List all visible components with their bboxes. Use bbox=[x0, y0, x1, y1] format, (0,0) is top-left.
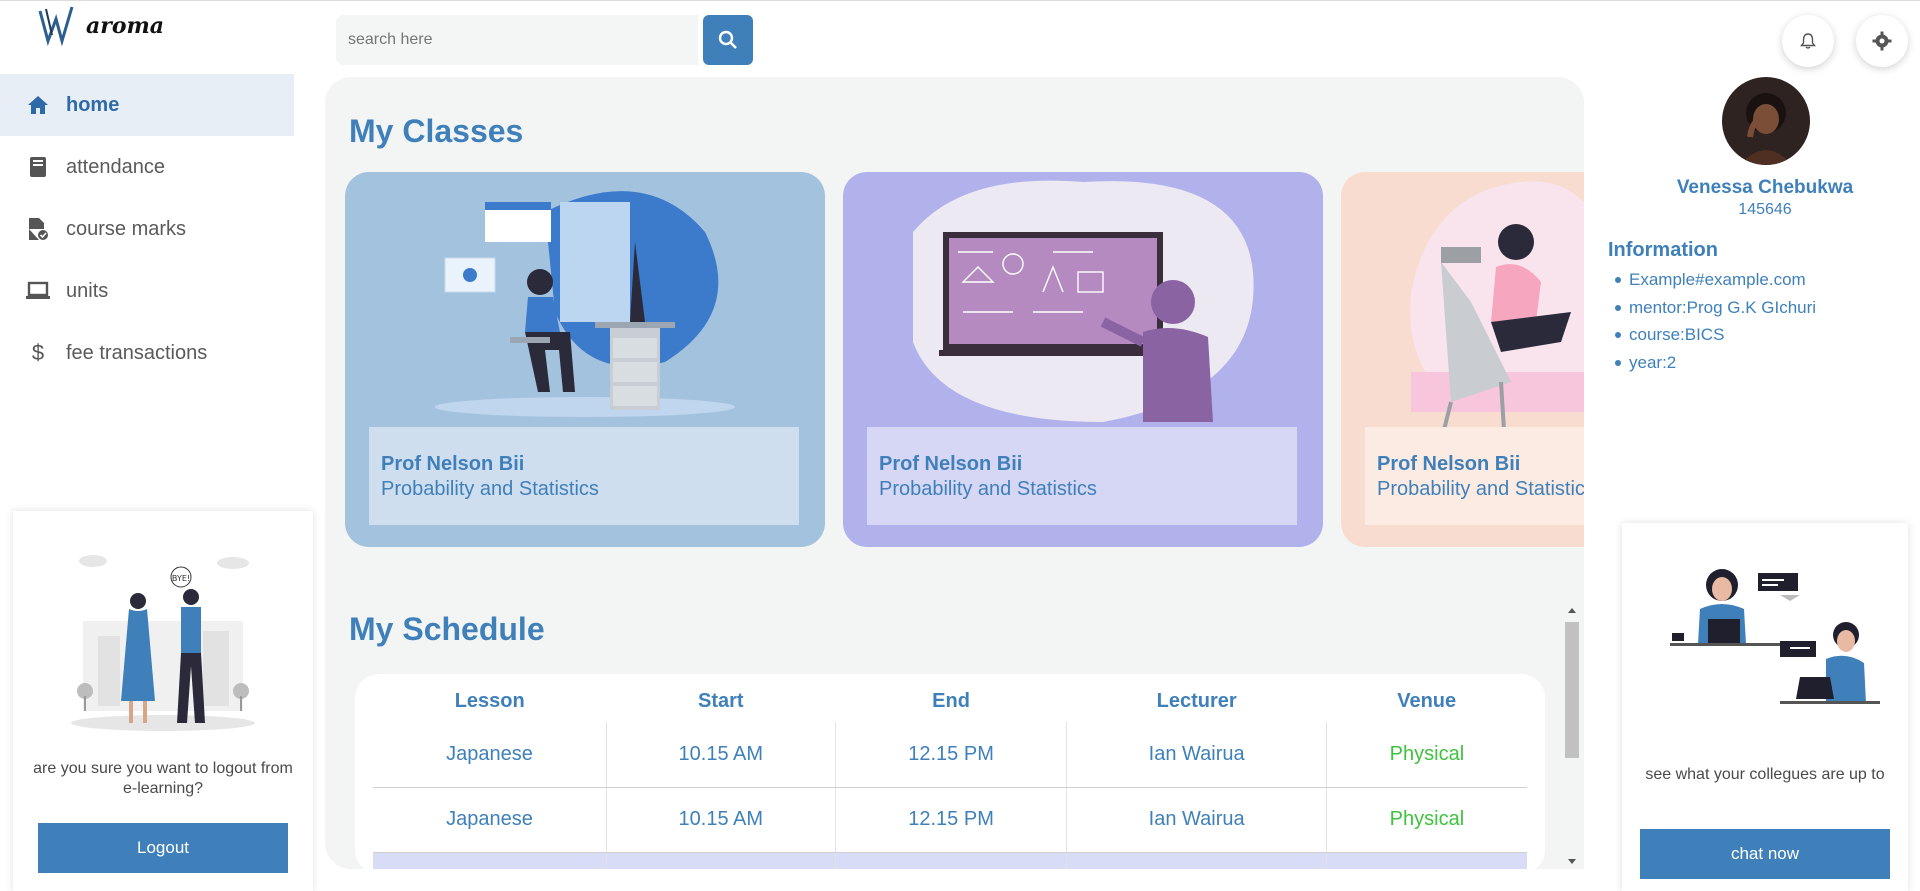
schedule-scrollbar[interactable] bbox=[1561, 606, 1579, 866]
my-schedule-title: My Schedule bbox=[349, 611, 545, 647]
sidebar-item-units[interactable]: units bbox=[0, 260, 294, 322]
end-cell: 12.15 PM bbox=[835, 787, 1068, 853]
sidebar-item-fee-transactions[interactable]: $ fee transactions bbox=[0, 322, 294, 384]
scroll-thumb[interactable] bbox=[1565, 622, 1579, 758]
class-course: Probability and Statistics bbox=[1377, 478, 1584, 500]
laptop-icon bbox=[24, 277, 52, 305]
main-panel: My Classes Prof Nelson Bii Probability a… bbox=[325, 77, 1584, 869]
class-professor: Prof Nelson Bii bbox=[381, 453, 525, 475]
table-row[interactable] bbox=[373, 852, 1527, 869]
column-header-venue: Venue bbox=[1397, 689, 1457, 712]
file-check-icon bbox=[24, 215, 52, 243]
schedule-header-row: Lesson Start End Lecturer Venue bbox=[373, 680, 1527, 722]
empty-cell bbox=[373, 852, 607, 869]
dollar-icon: $ bbox=[31, 340, 45, 365]
logout-button[interactable]: Logout bbox=[38, 823, 288, 873]
logo-text: aroma bbox=[86, 13, 165, 39]
search-input[interactable] bbox=[336, 15, 698, 65]
chat-message: see what your collegues are up to bbox=[1645, 766, 1885, 783]
my-classes-title: My Classes bbox=[349, 113, 524, 149]
profile-id: 145646 bbox=[1738, 201, 1792, 218]
class-card[interactable]: Prof Nelson Bii Probability and Statisti… bbox=[843, 172, 1323, 547]
bell-icon bbox=[1800, 33, 1816, 49]
settings-button[interactable] bbox=[1856, 15, 1908, 67]
sidebar-item-course-marks[interactable]: course marks bbox=[0, 198, 294, 260]
column-header-lesson: Lesson bbox=[454, 689, 525, 712]
book-icon bbox=[24, 153, 52, 181]
avatar[interactable] bbox=[1722, 77, 1810, 165]
class-card-label: Prof Nelson Bii Probability and Statisti… bbox=[369, 427, 799, 525]
info-year: year:2 bbox=[1615, 352, 1816, 380]
bye-bubble-text: BYE! bbox=[172, 574, 190, 583]
sidebar-item-attendance[interactable]: attendance bbox=[0, 136, 294, 198]
class-illustration-blackboard bbox=[913, 180, 1254, 422]
class-professor: Prof Nelson Bii bbox=[879, 453, 1023, 475]
class-course: Probability and Statistics bbox=[381, 478, 599, 500]
scroll-down-arrow-icon[interactable] bbox=[1565, 856, 1579, 866]
information-title: Information bbox=[1608, 239, 1718, 261]
gear-icon bbox=[1872, 31, 1892, 51]
sidebar-item-label: course marks bbox=[66, 217, 187, 240]
column-header-start: Start bbox=[698, 689, 744, 712]
logout-card: BYE! are you sure you want to logout fro… bbox=[13, 511, 313, 891]
empty-cell bbox=[1326, 852, 1527, 869]
search-button[interactable] bbox=[703, 15, 753, 65]
info-course: course:BICS bbox=[1615, 324, 1816, 352]
class-card[interactable]: Prof Nelson Bii Probability and Statisti… bbox=[345, 172, 825, 547]
home-icon bbox=[24, 91, 52, 119]
class-card-label: Prof Nelson Bii Probability and Statisti… bbox=[1365, 427, 1584, 525]
table-row[interactable]: Japanese 10.15 AM 12.15 PM Ian Wairua Ph… bbox=[373, 722, 1527, 788]
start-cell: 10.15 AM bbox=[606, 787, 836, 853]
class-illustration-reading bbox=[1410, 181, 1584, 427]
chat-card: see what your collegues are up to chat n… bbox=[1622, 523, 1908, 891]
sidebar-item-label: attendance bbox=[66, 155, 165, 178]
sidebar-item-label: home bbox=[66, 93, 120, 116]
start-cell: 10.15 AM bbox=[606, 722, 836, 788]
sidebar-item-label: units bbox=[66, 279, 109, 302]
search-icon bbox=[718, 30, 737, 49]
sidebar-item-home[interactable]: home bbox=[0, 74, 294, 136]
chat-now-button[interactable]: chat now bbox=[1640, 829, 1890, 879]
info-email: Example#example.com bbox=[1615, 269, 1816, 297]
empty-cell bbox=[606, 852, 836, 869]
column-header-end: End bbox=[932, 689, 970, 712]
lesson-cell: Japanese bbox=[373, 787, 607, 853]
class-card[interactable]: Prof Nelson Bii Probability and Statisti… bbox=[1341, 172, 1584, 547]
schedule-table: Lesson Start End Lecturer Venue Japanese… bbox=[373, 680, 1527, 869]
lesson-cell: Japanese bbox=[373, 722, 607, 788]
venue-cell: Physical bbox=[1326, 722, 1527, 788]
scroll-up-arrow-icon[interactable] bbox=[1565, 606, 1579, 616]
class-illustration-desk bbox=[435, 191, 735, 417]
class-card-label: Prof Nelson Bii Probability and Statisti… bbox=[867, 427, 1297, 525]
empty-cell bbox=[1066, 852, 1327, 869]
lecturer-cell: Ian Wairua bbox=[1066, 787, 1327, 853]
class-course: Probability and Statistics bbox=[879, 478, 1097, 500]
end-cell: 12.15 PM bbox=[835, 722, 1068, 788]
notifications-button[interactable] bbox=[1782, 15, 1834, 67]
column-header-lecturer: Lecturer bbox=[1156, 689, 1237, 712]
empty-cell bbox=[835, 852, 1068, 869]
lecturer-cell: Ian Wairua bbox=[1066, 722, 1327, 788]
chat-illustration bbox=[1670, 569, 1880, 704]
venue-cell: Physical bbox=[1326, 787, 1527, 853]
sidebar-nav: home attendance course marks units $ fee… bbox=[0, 74, 294, 384]
table-row[interactable]: Japanese 10.15 AM 12.15 PM Ian Wairua Ph… bbox=[373, 787, 1527, 853]
info-mentor: mentor:Prog G.K GIchuri bbox=[1615, 297, 1816, 325]
goodbye-illustration: BYE! bbox=[71, 555, 255, 731]
information-list: Example#example.com mentor:Prog G.K GIch… bbox=[1615, 269, 1816, 379]
sidebar-item-label: fee transactions bbox=[66, 341, 208, 364]
profile-name: Venessa Chebukwa bbox=[1676, 177, 1854, 198]
class-professor: Prof Nelson Bii bbox=[1377, 453, 1521, 475]
logout-message: are you sure you want to logout from e-l… bbox=[33, 760, 293, 797]
schedule-table-card: Lesson Start End Lecturer Venue Japanese… bbox=[355, 674, 1545, 869]
